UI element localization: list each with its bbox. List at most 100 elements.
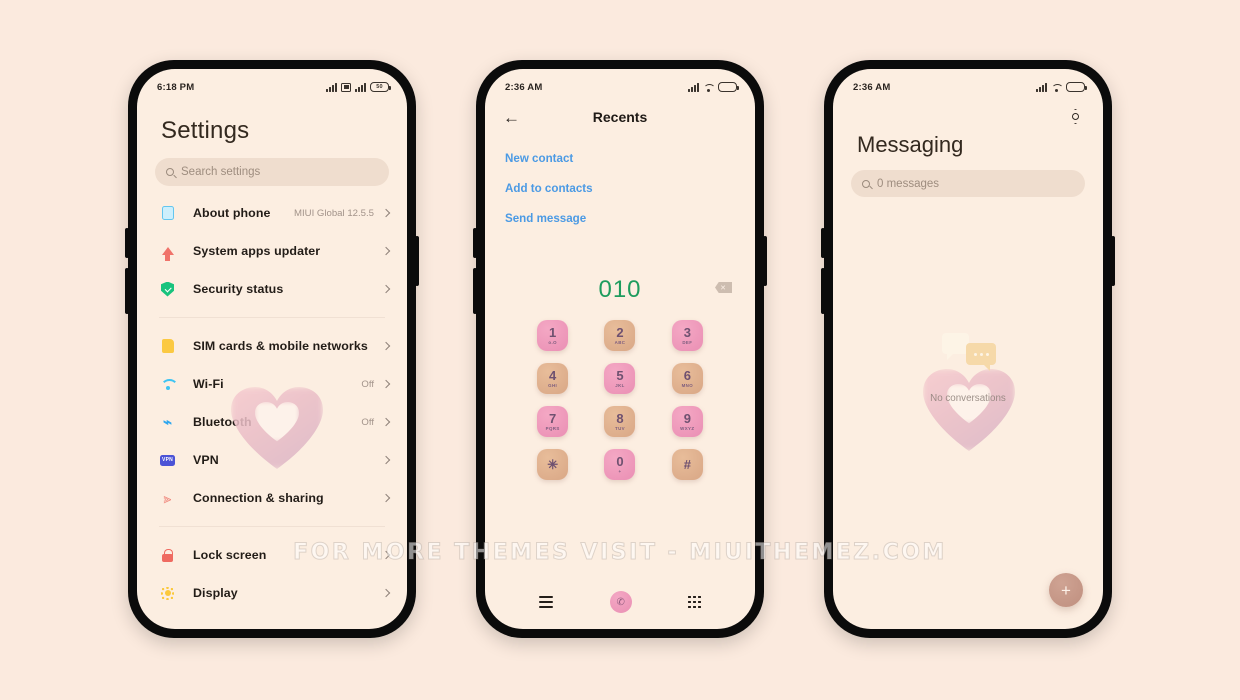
action-new-contact[interactable]: New contact: [485, 152, 755, 165]
call-icon[interactable]: ✆: [609, 591, 632, 613]
phone-device-messaging: 2:36 AM Messaging 0 messages No conversa…: [821, 60, 1115, 638]
sidebar-item-bluetooth[interactable]: ⌁ Bluetooth Off: [137, 403, 407, 441]
key-7[interactable]: 7 PQRS: [537, 406, 569, 437]
item-label: About phone: [193, 206, 271, 220]
key-3[interactable]: 3 DEF: [671, 320, 703, 351]
divider: [159, 526, 385, 527]
chevron-right-icon: [381, 417, 391, 427]
sidebar-item-wifi[interactable]: Wi-Fi Off: [137, 365, 407, 403]
item-label: Connection & sharing: [193, 491, 324, 505]
side-button[interactable]: [473, 268, 477, 314]
sidebar-item-display[interactable]: Display: [137, 574, 407, 612]
key-6[interactable]: 6 MNO: [671, 363, 703, 394]
sim-card-icon: [341, 82, 351, 92]
screen-settings: 6:18 PM 50 Settings Search settings Abou…: [137, 69, 407, 629]
search-input[interactable]: Search settings: [155, 158, 389, 186]
backspace-icon[interactable]: ✕: [715, 282, 732, 293]
side-button[interactable]: [821, 228, 825, 258]
key-1[interactable]: 1 o.O: [537, 320, 569, 351]
key-star[interactable]: ✳: [537, 449, 569, 480]
signal-icon: [355, 82, 366, 92]
wifi-icon: [1051, 83, 1062, 92]
item-label: SIM cards & mobile networks: [193, 339, 368, 353]
screen-messaging: 2:36 AM Messaging 0 messages No conversa…: [833, 69, 1103, 629]
item-label: Lock screen: [193, 548, 267, 562]
battery-icon: 50: [370, 82, 391, 92]
key-8[interactable]: 8 TUV: [604, 406, 636, 437]
search-icon: [166, 168, 174, 176]
messaging-toolbar: [833, 99, 1103, 124]
battery-icon: [718, 82, 739, 92]
page-title: Settings: [161, 117, 250, 144]
menu-icon[interactable]: [539, 596, 554, 608]
dialer-header: ← Recents: [485, 99, 755, 135]
item-label: Display: [193, 586, 238, 600]
item-label: VPN: [193, 453, 219, 467]
search-placeholder: Search settings: [181, 166, 261, 178]
status-bar: 2:36 AM: [485, 69, 755, 99]
sidebar-item-sim-cards[interactable]: SIM cards & mobile networks: [137, 327, 407, 365]
signal-icon: [326, 82, 337, 92]
item-label: Wi-Fi: [193, 377, 224, 391]
item-value: Off: [361, 416, 374, 428]
item-label: System apps updater: [193, 244, 321, 258]
new-message-fab[interactable]: +: [1049, 573, 1083, 607]
key-0[interactable]: 0 +: [604, 449, 636, 480]
action-add-to-contacts[interactable]: Add to contacts: [485, 182, 755, 195]
bottom-nav-bar: ✆: [485, 585, 755, 619]
sidebar-item-lock-screen[interactable]: Lock screen: [137, 536, 407, 574]
lock-icon: [159, 548, 176, 562]
wifi-icon: [159, 379, 176, 390]
key-5[interactable]: 5 JKL: [604, 363, 636, 394]
key-2[interactable]: 2 ABC: [604, 320, 636, 351]
action-send-message[interactable]: Send message: [485, 212, 755, 225]
sidebar-item-security-status[interactable]: Security status: [137, 270, 407, 308]
item-label: Security status: [193, 282, 284, 296]
update-arrow-icon: [159, 247, 176, 261]
chevron-right-icon: [381, 284, 391, 294]
status-time: 2:36 AM: [853, 81, 891, 93]
status-time: 2:36 AM: [505, 81, 543, 93]
dial-keypad: 1 o.O 2 ABC 3 DEF 4 GHI 5 JKL 6 MNO 7 PQRS 8 TUV…: [485, 320, 755, 480]
page-title: Recents: [592, 109, 648, 125]
empty-state: No conversations: [833, 333, 1103, 404]
chat-bubbles-icon: [938, 333, 998, 375]
keypad-icon[interactable]: [688, 595, 701, 609]
phone-device-dialer: 2:36 AM ← Recents New contact Add to con…: [473, 60, 767, 638]
power-button[interactable]: [763, 236, 767, 286]
chevron-right-icon: [381, 588, 391, 598]
power-button[interactable]: [1111, 236, 1115, 286]
status-time: 6:18 PM: [157, 81, 195, 93]
signal-icon: [1036, 82, 1047, 92]
sidebar-item-about-phone[interactable]: About phone MIUI Global 12.5.5: [137, 194, 407, 232]
power-button[interactable]: [415, 236, 419, 286]
side-button[interactable]: [473, 228, 477, 258]
dialed-number: 010 ✕: [485, 276, 755, 304]
sidebar-item-connection-sharing[interactable]: ⫸ Connection & sharing: [137, 479, 407, 517]
chevron-right-icon: [381, 455, 391, 465]
sidebar-item-vpn[interactable]: VPN VPN: [137, 441, 407, 479]
key-hash[interactable]: #: [671, 449, 703, 480]
signal-icon: [688, 82, 699, 92]
divider: [159, 317, 385, 318]
wifi-icon: [703, 83, 714, 92]
battery-icon: [1066, 82, 1087, 92]
key-9[interactable]: 9 WXYZ: [671, 406, 703, 437]
sim-card-icon: [159, 339, 176, 353]
chevron-right-icon: [381, 493, 391, 503]
empty-state-label: No conversations: [930, 393, 1006, 404]
sidebar-item-system-apps-updater[interactable]: System apps updater: [137, 232, 407, 270]
chevron-right-icon: [381, 341, 391, 351]
key-4[interactable]: 4 GHI: [537, 363, 569, 394]
chevron-right-icon: [381, 208, 391, 218]
search-placeholder: 0 messages: [877, 177, 940, 190]
chevron-right-icon: [381, 550, 391, 560]
side-button[interactable]: [821, 268, 825, 314]
chevron-right-icon: [381, 379, 391, 389]
gear-icon[interactable]: [1069, 109, 1082, 124]
search-input[interactable]: 0 messages: [851, 170, 1085, 197]
side-button[interactable]: [125, 228, 129, 258]
dialed-number-text: 010: [598, 276, 642, 303]
search-icon: [862, 179, 870, 188]
side-button[interactable]: [125, 268, 129, 314]
